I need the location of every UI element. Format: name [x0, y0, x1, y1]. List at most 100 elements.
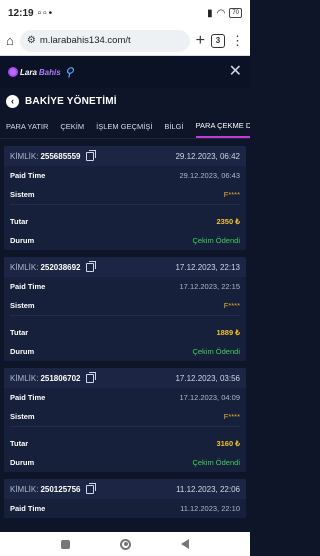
battery-icon: 70: [229, 8, 242, 18]
browser-toolbar: ⌂ ⚙ m.larabahis134.com/t + 3 ⋮: [0, 26, 250, 56]
transaction-id-value: 250125756: [40, 484, 81, 494]
sistem-value: F****: [223, 412, 240, 421]
logo-figure-icon: ⚲: [64, 65, 74, 79]
transaction-id: KİMLİK: 250125756: [10, 482, 96, 494]
more-icon: •: [48, 7, 53, 19]
notification-icon: ▫: [43, 7, 47, 19]
tab-switcher-button[interactable]: 3: [211, 33, 225, 48]
home-nav-icon[interactable]: [120, 538, 131, 550]
transaction-list: KİMLİK: 255685559 29.12.2023, 06:42 Paid…: [0, 139, 250, 518]
tab-bilgi[interactable]: BİLGİ: [164, 114, 183, 138]
home-icon[interactable]: ⌂: [6, 34, 14, 47]
logo-text-lara: Lara: [20, 67, 37, 77]
system-icons: ▮ ◠ 70: [207, 8, 242, 19]
site-info-icon[interactable]: ⚙: [27, 35, 36, 46]
page-title: BAKİYE YÖNETİMİ: [25, 95, 117, 107]
kimlik-label: KİMLİK:: [10, 151, 39, 161]
notification-icons: ▫ ▫ •: [38, 8, 53, 19]
card-header: KİMLİK: 250125756 11.12.2023, 22:06: [4, 479, 246, 499]
paid-time-row: Paid Time 11.12.2023, 22:10: [4, 499, 246, 518]
copy-icon[interactable]: [85, 482, 96, 494]
copy-icon[interactable]: [85, 371, 96, 383]
address-bar[interactable]: ⚙ m.larabahis134.com/t: [19, 29, 190, 52]
paid-time-label: Paid Time: [10, 504, 46, 513]
kimlik-label: KİMLİK:: [10, 262, 39, 272]
card-header: KİMLİK: 251806702 17.12.2023, 03:56: [4, 368, 246, 388]
transaction-date: 17.12.2023, 03:56: [175, 373, 240, 383]
status-time: 12:19: [8, 7, 34, 19]
status-bar: 12:19 ▫ ▫ • ▮ ◠ 70: [0, 0, 250, 26]
notification-icon: ▫: [37, 7, 42, 19]
transaction-card: KİMLİK: 252038692 17.12.2023, 22:13 Paid…: [4, 257, 246, 361]
logo-icon: [8, 67, 18, 77]
menu-icon[interactable]: ⋮: [231, 34, 244, 47]
recents-icon[interactable]: [61, 539, 70, 549]
paid-time-label: Paid Time: [10, 393, 46, 402]
tab-islem-gecmisi[interactable]: İŞLEM GEÇMİŞİ: [96, 114, 152, 138]
tutar-label: Tutar: [10, 328, 29, 337]
durum-label: Durum: [10, 458, 35, 467]
paid-time-value: 17.12.2023, 22:15: [179, 282, 240, 291]
kimlik-label: KİMLİK:: [10, 373, 39, 383]
copy-icon[interactable]: [85, 149, 96, 161]
durum-value: Çekim Ödendi: [192, 236, 240, 245]
wifi-icon: ◠: [216, 7, 226, 19]
transaction-card: KİMLİK: 250125756 11.12.2023, 22:06 Paid…: [4, 479, 246, 518]
transaction-date: 11.12.2023, 22:06: [176, 484, 240, 494]
paid-time-label: Paid Time: [10, 171, 46, 180]
new-tab-icon[interactable]: +: [196, 32, 205, 49]
signal-icon: ▮: [207, 7, 213, 19]
durum-value: Çekim Ödendi: [192, 347, 240, 356]
sistem-label: Sistem: [10, 301, 35, 310]
transaction-id: KİMLİK: 255685559: [10, 149, 96, 161]
tutar-label: Tutar: [10, 439, 29, 448]
kimlik-label: KİMLİK:: [10, 484, 39, 494]
paid-time-row: Paid Time 17.12.2023, 22:15: [4, 277, 246, 296]
paid-time-value: 11.12.2023, 22:10: [180, 504, 240, 513]
sistem-label: Sistem: [10, 190, 35, 199]
back-nav-icon[interactable]: [181, 539, 189, 549]
url-text: m.larabahis134.com/t: [39, 35, 131, 46]
card-header: KİMLİK: 252038692 17.12.2023, 22:13: [4, 257, 246, 277]
tutar-row: Tutar 1889 ₺: [4, 323, 246, 342]
durum-label: Durum: [10, 347, 35, 356]
sistem-value: F****: [223, 301, 240, 310]
page-header: ‹ BAKİYE YÖNETİMİ: [0, 88, 250, 114]
transaction-id-value: 252038692: [40, 262, 81, 272]
tutar-value: 3160 ₺: [216, 439, 240, 448]
tab-para-yatir[interactable]: PARA YATIR: [6, 114, 48, 138]
durum-label: Durum: [10, 236, 35, 245]
durum-row: Durum Çekim Ödendi: [4, 453, 246, 472]
transaction-id: KİMLİK: 252038692: [10, 260, 96, 272]
transaction-card: KİMLİK: 251806702 17.12.2023, 03:56 Paid…: [4, 368, 246, 472]
tutar-label: Tutar: [10, 217, 29, 226]
tutar-row: Tutar 3160 ₺: [4, 434, 246, 453]
tab-cekim[interactable]: ÇEKİM: [60, 114, 84, 138]
sistem-value: F****: [223, 190, 240, 199]
close-icon[interactable]: ✕: [229, 64, 242, 80]
card-header: KİMLİK: 255685559 29.12.2023, 06:42: [4, 146, 246, 166]
divider: [10, 426, 240, 434]
paid-time-value: 17.12.2023, 04:09: [179, 393, 240, 402]
tutar-row: Tutar 2350 ₺: [4, 212, 246, 231]
tab-para-cekme-durumu[interactable]: PARA ÇEKME DU: [195, 114, 250, 138]
divider: [10, 315, 240, 323]
paid-time-value: 29.12.2023, 06:43: [179, 171, 240, 180]
paid-time-row: Paid Time 17.12.2023, 04:09: [4, 388, 246, 407]
site-logo[interactable]: Lara Bahis ⚲: [8, 65, 74, 79]
paid-time-label: Paid Time: [10, 282, 46, 291]
sistem-row: Sistem F****: [4, 185, 246, 204]
tab-bar: PARA YATIR ÇEKİM İŞLEM GEÇMİŞİ BİLGİ PAR…: [0, 114, 250, 139]
system-nav-bar: [0, 532, 250, 556]
transaction-card: KİMLİK: 255685559 29.12.2023, 06:42 Paid…: [4, 146, 246, 250]
app-header: Lara Bahis ⚲ ✕: [0, 56, 250, 88]
transaction-id: KİMLİK: 251806702: [10, 371, 96, 383]
copy-icon[interactable]: [85, 260, 96, 272]
back-button[interactable]: ‹: [6, 94, 19, 108]
tutar-value: 2350 ₺: [216, 217, 240, 226]
tutar-value: 1889 ₺: [216, 328, 240, 337]
sistem-row: Sistem F****: [4, 407, 246, 426]
transaction-id-value: 255685559: [40, 151, 81, 161]
durum-row: Durum Çekim Ödendi: [4, 342, 246, 361]
logo-text-bahis: Bahis: [38, 67, 61, 77]
